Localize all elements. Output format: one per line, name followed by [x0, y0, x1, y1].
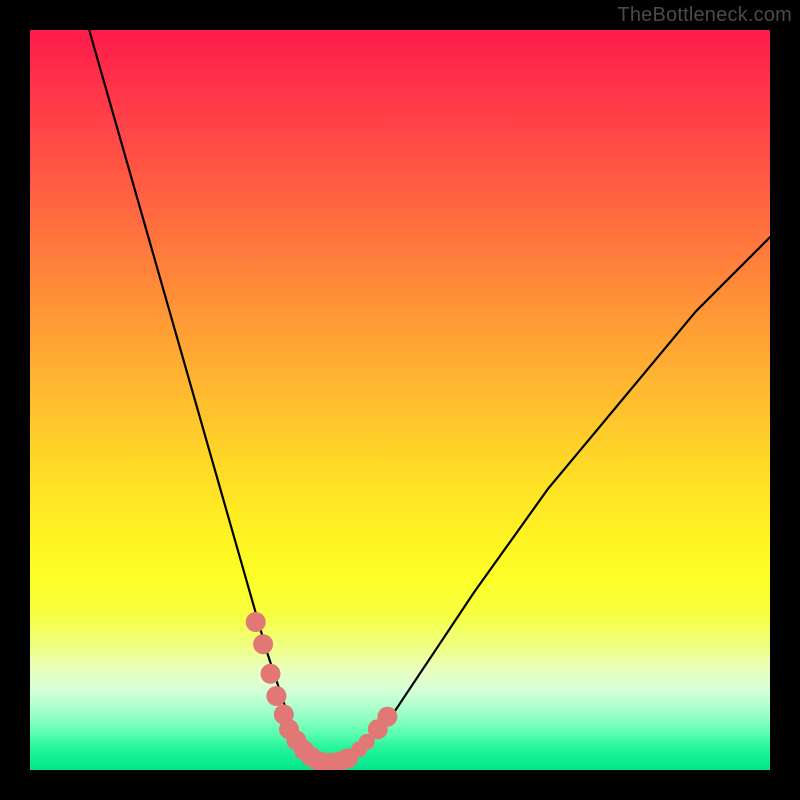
plot-area	[30, 30, 770, 770]
marker-point	[266, 686, 286, 706]
chart-frame: TheBottleneck.com	[0, 0, 800, 800]
bottleneck-curve	[89, 30, 770, 763]
highlight-markers	[246, 612, 398, 770]
curve-layer	[30, 30, 770, 770]
marker-point	[261, 664, 281, 684]
watermark-text: TheBottleneck.com	[617, 4, 792, 27]
marker-point	[253, 634, 273, 654]
marker-point	[246, 612, 266, 632]
marker-point	[377, 707, 397, 727]
